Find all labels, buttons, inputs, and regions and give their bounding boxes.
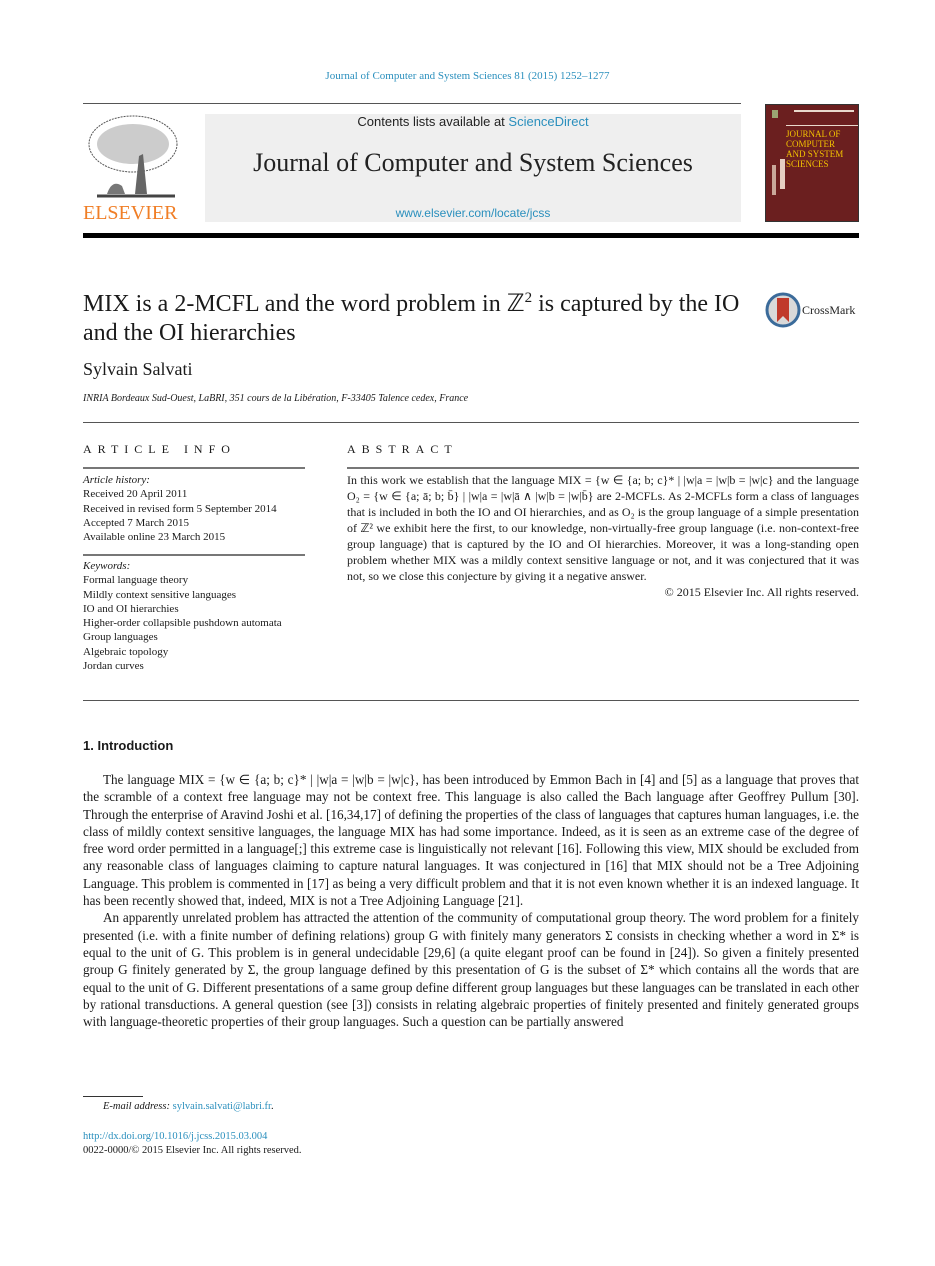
keyword: Group languages — [83, 631, 158, 644]
sciencedirect-link[interactable]: ScienceDirect — [508, 114, 588, 129]
elsevier-logo[interactable]: ELSEVIER — [83, 114, 183, 224]
section-body: The language MIX = {w ∈ {a; b; c}* | |w|… — [83, 771, 859, 1030]
keyword: Algebraic topology — [83, 645, 169, 658]
crossmark-label: CrossMark — [802, 303, 856, 317]
article-title: MIX is a 2-MCFL and the word problem in … — [83, 290, 740, 346]
keyword: Jordan curves — [83, 660, 144, 673]
paragraph: The language MIX = {w ∈ {a; b; c}* | |w|… — [83, 772, 859, 909]
section-rule — [83, 700, 859, 701]
abstract: In this work we establish that the langu… — [347, 472, 859, 600]
section-heading: 1. Introduction — [83, 738, 174, 753]
email-link[interactable]: sylvain.salvati@labri.fr — [173, 1101, 271, 1112]
article-info-rule — [83, 467, 305, 469]
crossmark-button[interactable]: CrossMark — [765, 292, 865, 332]
header-rule — [83, 103, 741, 104]
doi-link[interactable]: http://dx.doi.org/10.1016/j.jcss.2015.03… — [83, 1130, 302, 1144]
journal-banner: Contents lists available at ScienceDirec… — [205, 114, 741, 222]
keywords-list: Keywords: Formal language theory Mildly … — [83, 559, 305, 673]
history-item: Received in revised form 5 September 201… — [83, 502, 277, 515]
keyword: Mildly context sensitive languages — [83, 588, 237, 601]
journal-cover-image[interactable]: JOURNAL OF COMPUTER AND SYSTEM SCIENCES — [765, 104, 859, 222]
masthead-rule — [83, 233, 859, 238]
section-rule — [83, 422, 859, 423]
issn-line: 0022-0000/© 2015 Elsevier Inc. All right… — [83, 1145, 302, 1156]
keyword: IO and OI hierarchies — [83, 602, 179, 615]
abstract-copyright: © 2015 Elsevier Inc. All rights reserved… — [664, 585, 859, 599]
journal-url-link[interactable]: www.elsevier.com/locate/jcss — [205, 206, 741, 220]
abstract-rule — [347, 467, 859, 469]
abstract-header: ABSTRACT — [347, 442, 458, 456]
abstract-text: In this work we establish that the langu… — [347, 473, 859, 583]
keyword: Formal language theory — [83, 574, 189, 587]
doi-block: http://dx.doi.org/10.1016/j.jcss.2015.03… — [83, 1130, 302, 1158]
elsevier-tree-icon — [88, 115, 178, 198]
history-item: Received 20 April 2011 — [83, 488, 188, 501]
article-history: Article history: Received 20 April 2011 … — [83, 473, 305, 544]
paragraph: An apparently unrelated problem has attr… — [83, 910, 859, 1030]
running-head[interactable]: Journal of Computer and System Sciences … — [0, 70, 935, 82]
keyword: Higher-order collapsible pushdown automa… — [83, 617, 282, 630]
contents-line: Contents lists available at ScienceDirec… — [357, 114, 589, 129]
cover-title: JOURNAL OF COMPUTER AND SYSTEM SCIENCES — [786, 129, 844, 169]
article-info-header: ARTICLE INFO — [83, 442, 236, 456]
footnote-rule — [83, 1096, 143, 1097]
history-item: Available online 23 March 2015 — [83, 531, 226, 544]
journal-title: Journal of Computer and System Sciences — [253, 148, 693, 177]
affiliation: INRIA Bordeaux Sud-Ouest, LaBRI, 351 cou… — [83, 393, 469, 404]
crossmark-icon — [765, 292, 801, 328]
history-item: Accepted 7 March 2015 — [83, 516, 189, 529]
footnote: E-mail address: sylvain.salvati@labri.fr… — [103, 1101, 274, 1112]
author-name[interactable]: Sylvain Salvati — [83, 359, 193, 380]
keywords-rule — [83, 554, 305, 556]
publisher-name: ELSEVIER — [83, 202, 178, 224]
